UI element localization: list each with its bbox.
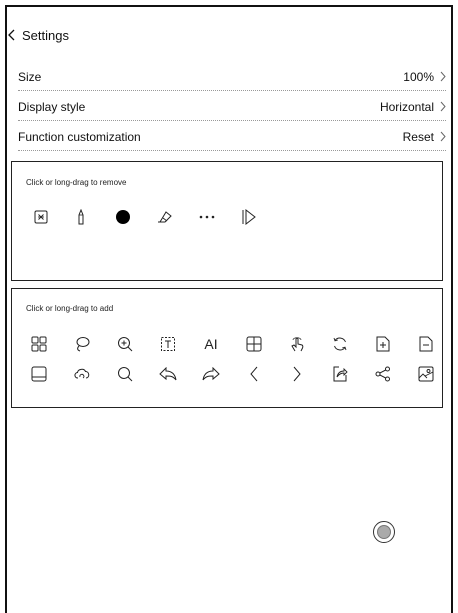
text-box-icon[interactable] xyxy=(157,333,179,355)
filled-dot-icon[interactable] xyxy=(112,206,134,228)
next-page-icon[interactable] xyxy=(286,363,308,385)
chevron-right-icon xyxy=(440,131,446,142)
remove-panel-label: Click or long-drag to remove xyxy=(26,178,127,187)
export-icon[interactable] xyxy=(329,363,351,385)
setting-row-display-style[interactable]: Display style Horizontal xyxy=(18,93,446,121)
chevron-right-icon xyxy=(440,101,446,112)
touch-icon[interactable] xyxy=(286,333,308,355)
chevron-right-icon xyxy=(440,71,446,82)
add-tools-panel: Click or long-drag to add AI xyxy=(11,288,443,408)
setting-label: Function customization xyxy=(18,129,141,144)
table-icon[interactable] xyxy=(243,333,265,355)
zoom-in-icon[interactable] xyxy=(114,333,136,355)
ai-label: AI xyxy=(204,336,218,352)
setting-label: Size xyxy=(18,69,42,84)
add-page-icon[interactable] xyxy=(372,333,394,355)
setting-value: 100% xyxy=(403,69,434,84)
settings-back-button[interactable]: Settings xyxy=(8,24,69,46)
refresh-icon[interactable] xyxy=(329,333,351,355)
grid-icon[interactable] xyxy=(28,333,50,355)
search-icon[interactable] xyxy=(114,363,136,385)
setting-label: Display style xyxy=(18,99,86,114)
remove-page-icon[interactable] xyxy=(415,333,437,355)
setting-value: Horizontal xyxy=(379,99,434,114)
floating-button-dot xyxy=(377,525,391,539)
chevron-left-icon xyxy=(8,29,15,41)
previous-page-icon[interactable] xyxy=(243,363,265,385)
collapse-arrow-icon[interactable] xyxy=(238,206,260,228)
eraser-icon[interactable] xyxy=(154,206,176,228)
more-dots-icon[interactable] xyxy=(196,206,218,228)
image-icon[interactable] xyxy=(415,363,437,385)
ai-text-icon[interactable]: AI xyxy=(200,333,222,355)
add-panel-label: Click or long-drag to add xyxy=(26,304,114,313)
lasso-icon[interactable] xyxy=(71,333,93,355)
redo-icon[interactable] xyxy=(200,363,222,385)
setting-row-size[interactable]: Size 100% xyxy=(18,63,446,91)
scan-frame-icon[interactable] xyxy=(30,206,52,228)
share-icon[interactable] xyxy=(372,363,394,385)
pen-icon[interactable] xyxy=(70,206,92,228)
setting-value: Reset xyxy=(402,129,434,144)
save-icon[interactable] xyxy=(28,363,50,385)
undo-icon[interactable] xyxy=(157,363,179,385)
setting-row-function-customization[interactable]: Function customization Reset xyxy=(18,123,446,151)
cloud-sync-icon[interactable] xyxy=(71,363,93,385)
page-title: Settings xyxy=(22,27,69,43)
floating-toolbar-button[interactable] xyxy=(373,521,395,543)
remove-tools-panel: Click or long-drag to remove xyxy=(11,161,443,281)
